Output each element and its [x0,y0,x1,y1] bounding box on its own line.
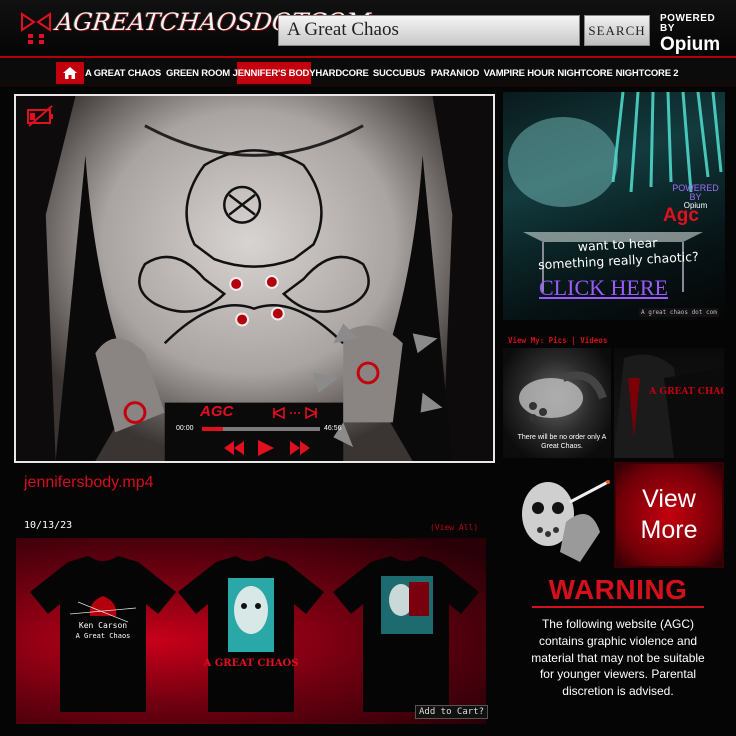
warning-title: WARNING [532,574,704,609]
battery-low-icon [27,105,53,127]
pic2-shirt-text: A GREAT CHAOS [648,387,724,397]
home-icon [63,67,77,79]
gallery-pic-2[interactable]: A GREAT CHAOS [614,348,724,458]
view-more-line2: More [640,516,698,544]
video-player[interactable]: AGC 00:00 46:56 [14,94,495,463]
fast-forward-icon[interactable] [290,441,310,455]
progress-bar[interactable] [202,427,320,431]
powered-by-label: POWERED BY [660,13,716,34]
progress-fill [202,427,224,431]
player-controls: AGC 00:00 46:56 [176,401,346,461]
ad-banner[interactable]: POWERED BY Opium Agc want to hear someth… [503,92,725,320]
view-all-link[interactable]: (View All) [430,523,478,532]
pic1-caption: There will be no order only A Great Chao… [517,434,607,451]
video-title[interactable]: jennifersbody.mp4 [24,474,154,492]
rewind-icon[interactable] [224,441,244,455]
warning-text: The following website (AGC) contains gra… [531,617,705,699]
pic2-artwork: A GREAT CHAOS [614,354,724,458]
agc-logo-icon[interactable] [20,10,52,46]
shirt2-text: A GREAT CHAOS [203,658,299,669]
powered-by-brand: Opium [660,34,721,55]
ad-agc-logo: Agc [663,205,699,226]
view-more-button[interactable]: View More [614,462,724,568]
main-nav: A GREAT CHAOS GREEN ROOM JENNIFER'S BODY… [0,56,736,86]
ad-powered-label: POWERED BY [672,183,719,202]
site-header: AGREATCHAOSDOTCOM A Great Chaos SEARCH P… [0,0,736,56]
nav-item-vampire-hour[interactable]: VAMPIRE HOUR [484,62,555,84]
tshirt-photo[interactable] [331,552,481,712]
shirt1-line2: A Great Chaos [76,632,131,640]
play-icon[interactable] [258,440,274,456]
time-total: 46:56 [324,425,342,432]
pic3-skull-icon [522,480,610,562]
nav-item-hardcore[interactable]: HARDCORE [315,62,368,84]
shirt1-line1: Ken Carson [79,621,127,630]
tshirt-a-great-chaos[interactable]: A GREAT CHAOS [176,552,326,712]
gallery-pic-1[interactable]: There will be no order only A Great Chao… [503,348,611,458]
player-agc-label: AGC [200,403,234,420]
nav-item-nightcore[interactable]: NIGHTCORE [557,62,612,84]
nav-item-nightcore-2[interactable]: NIGHTCORE 2 [616,62,679,84]
ad-click-here-link[interactable]: CLICK HERE [539,275,668,301]
view-my-links[interactable]: View My: Pics | Videos [508,336,607,345]
nav-item-green-room[interactable]: GREEN ROOM [164,62,232,84]
nav-item-jennifers-body[interactable]: JENNIFER'S BODY [233,62,316,84]
merch-carousel: Ken Carson A Great Chaos A GREAT CHAOS [16,538,486,724]
view-more-line1: View [642,484,696,513]
gallery-pic-3[interactable] [510,462,614,572]
tshirt-ken-carson[interactable]: Ken Carson A Great Chaos [28,552,178,712]
search-input[interactable]: A Great Chaos [278,15,580,46]
nav-item-a-great-chaos[interactable]: A GREAT CHAOS [85,62,161,84]
add-to-cart-button[interactable]: Add to Cart? [415,705,489,719]
nav-item-succubus[interactable]: SUCCUBUS [373,62,425,84]
time-elapsed: 00:00 [176,425,194,432]
ad-url: A great chaos dot com [639,308,719,317]
skip-icon[interactable] [270,405,320,421]
powered-by-badge: POWERED BY Opium [660,13,730,55]
nav-home-button[interactable] [56,62,84,84]
merch-date: 10/13/23 [24,520,73,531]
search-button[interactable]: SEARCH [584,15,650,46]
nav-item-paraniod[interactable]: PARANIOD [430,62,480,84]
